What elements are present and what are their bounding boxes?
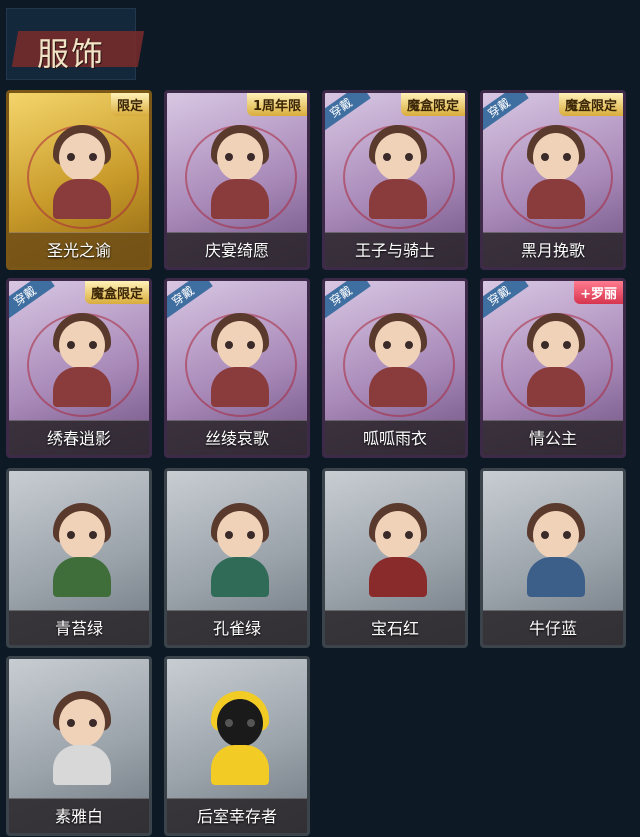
costume-card[interactable]: 孔雀绿 (164, 468, 310, 648)
portrait-body (53, 557, 111, 597)
portrait-eyes (383, 153, 413, 161)
costume-name: 丝绫哀歌 (204, 429, 269, 448)
character-portrait (521, 501, 591, 601)
costume-name: 青苔绿 (54, 619, 103, 638)
character-portrait (205, 311, 275, 411)
character-portrait (47, 311, 117, 411)
costume-card[interactable]: 青苔绿 (6, 468, 152, 648)
costume-card[interactable]: 素雅白 (6, 656, 152, 836)
portrait-eyes (383, 341, 413, 349)
character-portrait (521, 311, 591, 411)
costume-name: 牛仔蓝 (528, 619, 577, 638)
portrait-eyes (67, 719, 97, 727)
limited-badge: +罗丽 (574, 281, 623, 304)
costume-name: 孔雀绿 (212, 619, 261, 638)
costume-name: 庆宴绮愿 (204, 241, 269, 260)
portrait-eyes (67, 531, 97, 539)
costume-card[interactable]: 绣春逍影 魔盒限定 穿戴 (6, 278, 152, 458)
portrait-eyes (67, 341, 97, 349)
portrait-body (211, 745, 269, 785)
character-portrait (205, 501, 275, 601)
limited-badge: 1周年限 (246, 93, 307, 116)
character-portrait (363, 501, 433, 601)
costume-name: 圣光之谕 (46, 241, 111, 260)
character-portrait (47, 123, 117, 223)
portrait-body (53, 367, 111, 407)
costume-card[interactable]: 后室幸存者 (164, 656, 310, 836)
costume-name: 黑月挽歌 (520, 241, 585, 260)
portrait-body (53, 179, 111, 219)
portrait-body (527, 179, 585, 219)
character-portrait (47, 501, 117, 601)
character-portrait (205, 689, 275, 789)
limited-badge: 限定 (110, 93, 149, 116)
costume-name: 宝石红 (370, 619, 419, 638)
portrait-eyes (225, 719, 255, 727)
character-portrait (521, 123, 591, 223)
portrait-eyes (225, 153, 255, 161)
costume-card[interactable]: 丝绫哀歌 穿戴 (164, 278, 310, 458)
portrait-body (211, 179, 269, 219)
character-portrait (47, 689, 117, 789)
costume-card[interactable]: 王子与骑士 魔盒限定 穿戴 (322, 90, 468, 270)
portrait-body (369, 179, 427, 219)
costume-name: 情公主 (528, 429, 577, 448)
limited-badge: 魔盒限定 (400, 93, 465, 116)
portrait-eyes (541, 531, 571, 539)
portrait-body (369, 557, 427, 597)
portrait-eyes (225, 341, 255, 349)
costume-card[interactable]: 黑月挽歌 魔盒限定 穿戴 (480, 90, 626, 270)
portrait-body (527, 367, 585, 407)
portrait-body (211, 367, 269, 407)
portrait-eyes (67, 153, 97, 161)
portrait-body (53, 745, 111, 785)
limited-badge: 魔盒限定 (558, 93, 623, 116)
limited-badge: 魔盒限定 (84, 281, 149, 304)
portrait-eyes (541, 341, 571, 349)
portrait-body (527, 557, 585, 597)
costume-name: 素雅白 (54, 807, 103, 826)
costume-card[interactable]: 庆宴绮愿 1周年限 (164, 90, 310, 270)
portrait-body (211, 557, 269, 597)
costume-card[interactable]: 圣光之谕 限定 (6, 90, 152, 270)
character-portrait (363, 311, 433, 411)
costume-card[interactable]: 宝石红 (322, 468, 468, 648)
character-portrait (205, 123, 275, 223)
costume-grid: 圣光之谕 限定 庆宴绮愿 1周年限 王子与骑士 魔盒限定 穿戴 黑月挽歌 魔盒限定 穿戴 绣春逍影魔… (0, 0, 640, 837)
costume-name: 呱呱雨衣 (362, 429, 427, 448)
costume-card[interactable]: 情公主 +罗丽 穿戴 (480, 278, 626, 458)
portrait-eyes (541, 153, 571, 161)
portrait-eyes (225, 531, 255, 539)
costume-name: 王子与骑士 (354, 241, 435, 260)
portrait-eyes (383, 531, 413, 539)
costume-card[interactable]: 呱呱雨衣 穿戴 (322, 278, 468, 458)
portrait-body (369, 367, 427, 407)
character-portrait (363, 123, 433, 223)
costume-name: 绣春逍影 (46, 429, 111, 448)
costume-card[interactable]: 牛仔蓝 (480, 468, 626, 648)
costume-name: 后室幸存者 (196, 807, 277, 826)
